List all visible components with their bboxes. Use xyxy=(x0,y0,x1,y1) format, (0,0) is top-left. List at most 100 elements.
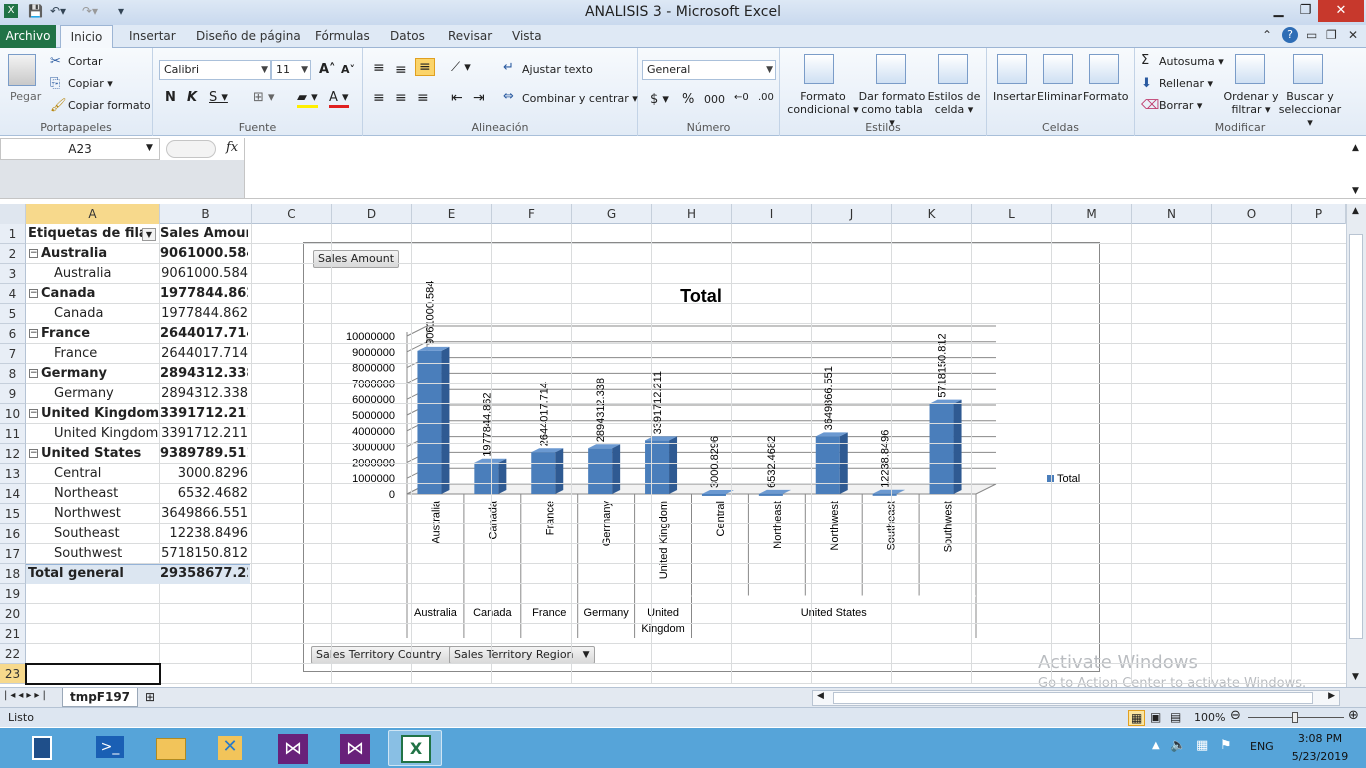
doc-minimize-icon[interactable]: ▭ xyxy=(1306,28,1317,42)
tab-inicio[interactable]: Inicio xyxy=(60,25,113,49)
fill-color-icon[interactable]: ▰ ▾ xyxy=(297,90,318,108)
insert-cells-button[interactable]: Insertar xyxy=(993,90,1036,103)
pivot-row-label[interactable]: Germany xyxy=(54,384,159,404)
row-header-12[interactable]: 12 xyxy=(0,444,26,464)
taskbar-powershell-icon[interactable]: >_ xyxy=(84,730,138,766)
pivot-row-label[interactable]: Southwest xyxy=(54,544,159,564)
row-header-4[interactable]: 4 xyxy=(0,284,26,304)
tab-revisar[interactable]: Revisar xyxy=(448,29,492,43)
row-header-2[interactable]: 2 xyxy=(0,244,26,264)
conditional-format-icon[interactable] xyxy=(804,54,834,84)
taskbar-tools-icon[interactable]: ✕ xyxy=(204,730,258,766)
column-header-d[interactable]: D xyxy=(332,204,412,224)
column-header-l[interactable]: L xyxy=(972,204,1052,224)
pivot-header-sales-amount[interactable]: Sales Amount xyxy=(160,224,248,244)
column-header-p[interactable]: P xyxy=(1292,204,1346,224)
scroll-up-icon[interactable]: ▲ xyxy=(1352,143,1359,153)
pivot-row-value[interactable]: 6532.4682 xyxy=(160,484,248,504)
column-header-n[interactable]: N xyxy=(1132,204,1212,224)
decrease-indent-icon[interactable]: ⇤ xyxy=(451,90,463,106)
tab-datos[interactable]: Datos xyxy=(390,29,425,43)
fx-icon[interactable]: fx xyxy=(226,140,238,155)
pivot-chart[interactable]: Sales Amount Total 0 1000000 2000000 3000000… xyxy=(303,242,1100,672)
pivot-row-value[interactable]: 2644017.714 xyxy=(160,344,248,364)
taskbar-vs-icon[interactable]: ⋈ xyxy=(266,730,320,766)
tab-vista[interactable]: Vista xyxy=(512,29,542,43)
taskbar-computer-icon[interactable] xyxy=(14,730,68,766)
column-header-o[interactable]: O xyxy=(1212,204,1292,224)
shrink-font-icon[interactable]: A˅ xyxy=(341,63,355,76)
column-header-j[interactable]: J xyxy=(812,204,892,224)
paste-button[interactable]: Pegar xyxy=(10,90,41,103)
column-header-b[interactable]: B xyxy=(160,204,252,224)
clock-date[interactable]: 5/23/2019 xyxy=(1286,750,1354,763)
pivot-row-value[interactable]: 9389789.511 xyxy=(160,444,248,464)
collapse-icon[interactable]: − xyxy=(29,289,38,298)
page-layout-icon[interactable]: ▣ xyxy=(1150,710,1161,724)
sort-filter-button[interactable]: Ordenar y filtrar ▾ xyxy=(1223,90,1279,116)
taskbar-vs2-icon[interactable]: ⋈ xyxy=(328,730,382,766)
tab-archivo[interactable]: Archivo xyxy=(0,25,56,48)
row-header-1[interactable]: 1 xyxy=(0,224,26,244)
pivot-row-value[interactable]: 3391712.211 xyxy=(160,404,248,424)
delete-cells-icon[interactable] xyxy=(1043,54,1073,84)
paste-icon[interactable] xyxy=(8,54,36,86)
pivot-row-label[interactable]: United Kingdom xyxy=(54,424,159,444)
scroll-left-icon[interactable]: ◀ xyxy=(817,691,824,701)
row-header-16[interactable]: 16 xyxy=(0,524,26,544)
underline-icon[interactable]: S ▾ xyxy=(209,90,228,105)
pivot-row-label[interactable]: France xyxy=(41,324,159,344)
pivot-row-value[interactable]: 3391712.211 xyxy=(160,424,248,444)
tab-diseno[interactable]: Diseño de página xyxy=(196,29,301,43)
increase-decimal-icon[interactable]: ←0 xyxy=(734,92,749,103)
namebox-dropdown-icon[interactable]: ▼ xyxy=(146,143,153,153)
hscroll-thumb[interactable] xyxy=(833,692,1313,704)
cell-styles-button[interactable]: Estilos de celda ▾ xyxy=(926,90,982,116)
formula-input[interactable] xyxy=(244,138,1350,196)
row-header-22[interactable]: 22 xyxy=(0,644,26,664)
row-header-15[interactable]: 15 xyxy=(0,504,26,524)
region-field-button[interactable]: Sales Territory Region ▼ xyxy=(449,646,595,664)
row-header-20[interactable]: 20 xyxy=(0,604,26,624)
pivot-row-value[interactable]: 1977844.862 xyxy=(160,284,248,304)
country-field-button[interactable]: Sales Territory Country▼ xyxy=(311,646,463,664)
doc-close-icon[interactable]: ✕ xyxy=(1348,28,1358,42)
doc-restore-icon[interactable]: ❐ xyxy=(1326,28,1337,42)
pivot-row-label[interactable]: United States xyxy=(41,444,159,464)
pivot-row-label[interactable]: Germany xyxy=(41,364,159,384)
pivot-row-value[interactable]: 2644017.714 xyxy=(160,324,248,344)
align-bottom-icon[interactable]: ≡ xyxy=(415,58,435,76)
copy-button[interactable]: Copiar ▾ xyxy=(68,77,113,90)
collapse-icon[interactable]: − xyxy=(29,329,38,338)
pivot-header-row-labels[interactable]: Etiquetas de fila xyxy=(28,224,158,244)
currency-icon[interactable]: $ ▾ xyxy=(650,92,669,107)
format-cells-icon[interactable] xyxy=(1089,54,1119,84)
network-icon[interactable]: ▦ xyxy=(1196,738,1208,753)
font-size-combo[interactable]: 11 ▼ xyxy=(271,60,311,80)
row-header-9[interactable]: 9 xyxy=(0,384,26,404)
scroll-up-icon[interactable]: ▲ xyxy=(1352,206,1359,216)
select-all-corner[interactable] xyxy=(0,204,26,224)
pivot-row-label[interactable]: Northeast xyxy=(54,484,159,504)
row-header-11[interactable]: 11 xyxy=(0,424,26,444)
sheet-tab-tmpF197[interactable]: tmpF197 xyxy=(62,688,138,707)
tab-formulas[interactable]: Fórmulas xyxy=(315,29,370,43)
pivot-row-label[interactable]: France xyxy=(54,344,159,364)
clock-time[interactable]: 3:08 PM xyxy=(1290,732,1350,745)
column-header-a[interactable]: A xyxy=(26,204,160,224)
pivot-row-value[interactable]: 3649866.551 xyxy=(160,504,248,524)
italic-icon[interactable]: K xyxy=(187,90,197,105)
merge-center-button[interactable]: Combinar y centrar ▾ xyxy=(522,92,638,105)
tab-insertar[interactable]: Insertar xyxy=(129,29,176,43)
normal-view-icon[interactable]: ▦ xyxy=(1128,710,1146,726)
cut-button[interactable]: Cortar xyxy=(68,55,103,68)
page-break-icon[interactable]: ▤ xyxy=(1170,710,1181,724)
find-select-icon[interactable] xyxy=(1293,54,1323,84)
delete-cells-button[interactable]: Eliminar xyxy=(1037,90,1082,103)
scroll-right-icon[interactable]: ▶ xyxy=(1328,691,1335,701)
orientation-icon[interactable]: ⟋ ▾ xyxy=(451,60,471,75)
increase-indent-icon[interactable]: ⇥ xyxy=(473,90,485,106)
column-header-i[interactable]: I xyxy=(732,204,812,224)
scroll-down-icon[interactable]: ▼ xyxy=(1352,672,1359,682)
pivot-row-value[interactable]: 9061000.584 xyxy=(160,264,248,284)
